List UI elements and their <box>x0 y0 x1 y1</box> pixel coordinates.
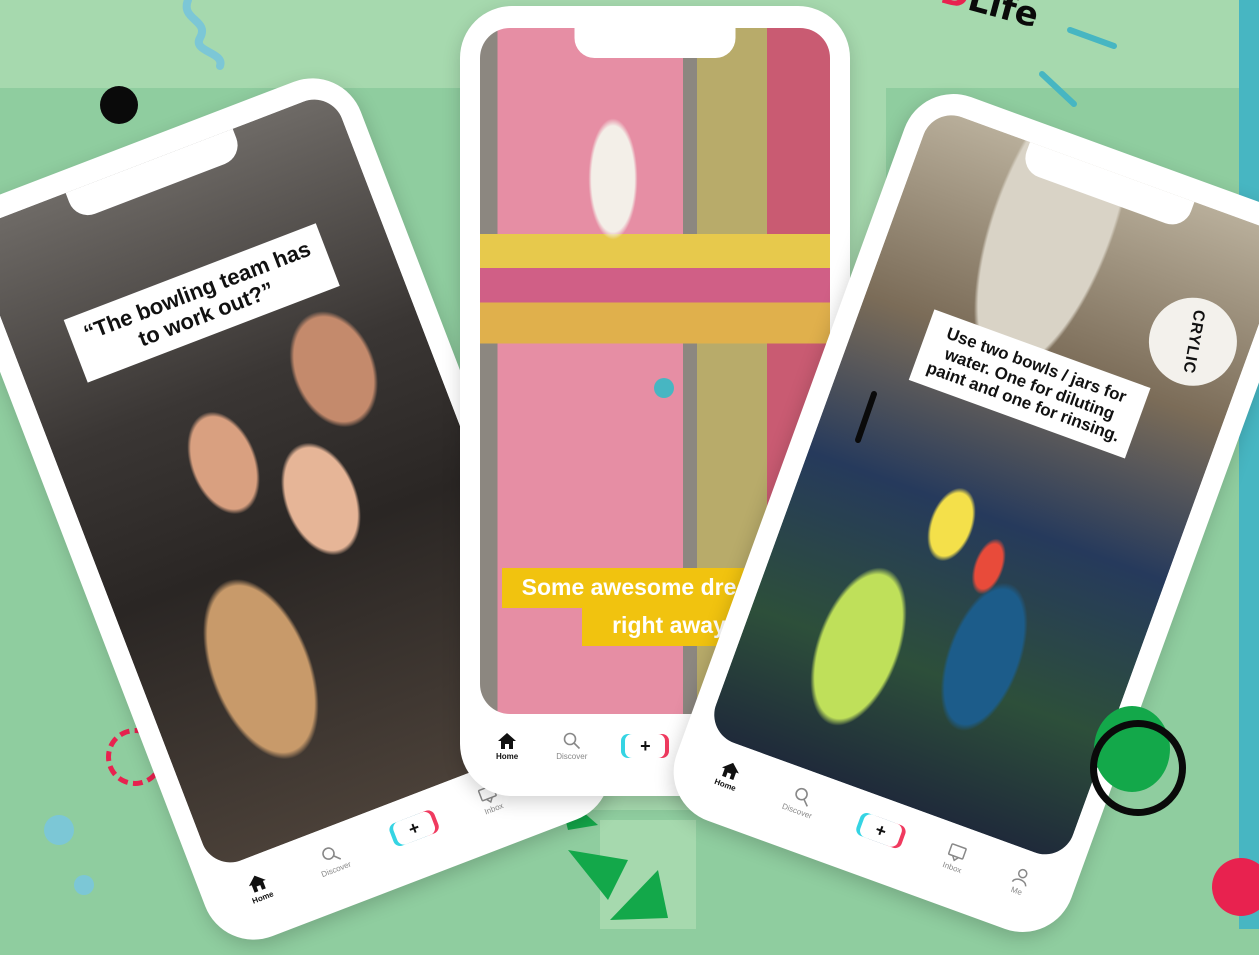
tab-discover[interactable]: Discover <box>556 732 587 761</box>
video-caption-line1: Some awesome dre <box>502 568 756 608</box>
video-caption: “The bowling team has to work out?” <box>63 223 340 383</box>
phone-notch <box>1019 141 1195 230</box>
tab-me[interactable]: Me <box>1007 864 1034 897</box>
tab-create[interactable]: + <box>857 812 904 849</box>
tab-label: Discover <box>556 751 588 761</box>
teal-dot-decoration <box>654 378 674 398</box>
tab-discover[interactable]: Discover <box>313 840 352 879</box>
tab-home[interactable]: Home <box>244 870 275 905</box>
black-ring-decoration <box>1090 720 1186 816</box>
home-icon <box>498 732 517 749</box>
jar-label-text: CRYLIC <box>1179 308 1208 376</box>
tab-discover[interactable]: Discover <box>781 782 820 820</box>
squiggle-decoration <box>182 0 225 70</box>
pink-dot-decoration <box>1212 858 1259 916</box>
tab-home[interactable]: Home <box>496 732 518 761</box>
tab-label: Home <box>496 751 519 761</box>
video-caption: Use two bowls / jars for water. One for … <box>908 309 1151 459</box>
tab-label: Me <box>1009 884 1024 897</box>
phone-notch <box>65 128 244 221</box>
slash-decoration <box>855 391 877 443</box>
jar-label: CRYLIC <box>1141 290 1244 393</box>
teal-dot-decoration <box>74 875 94 895</box>
plus-icon: + <box>857 812 904 849</box>
plus-icon: + <box>391 809 437 847</box>
black-dot-decoration <box>100 86 138 124</box>
tab-home[interactable]: Home <box>713 758 744 793</box>
tab-inbox[interactable]: Inbox <box>941 841 969 875</box>
tab-create[interactable]: + <box>391 809 437 847</box>
phone-notch <box>574 28 736 58</box>
teal-edge-strip <box>1239 0 1259 929</box>
tab-create[interactable]: + <box>625 734 666 758</box>
plus-icon: + <box>625 734 666 758</box>
search-icon <box>563 732 580 749</box>
teal-dot-decoration <box>44 815 74 845</box>
line-decoration <box>1039 27 1117 107</box>
